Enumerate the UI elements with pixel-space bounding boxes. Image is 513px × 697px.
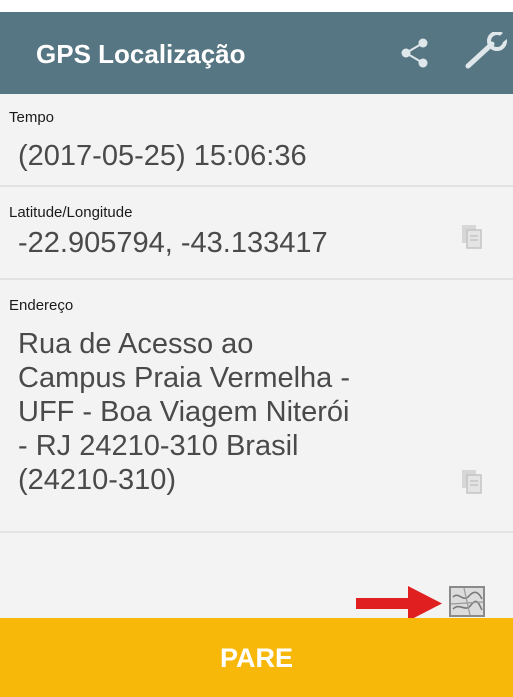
address-label: Endereço bbox=[9, 297, 74, 314]
address-line: UFF - Boa Viagem Niterói bbox=[18, 396, 350, 428]
stop-button[interactable]: PARE bbox=[0, 618, 513, 697]
map-icon bbox=[449, 586, 485, 617]
stop-button-label: PARE bbox=[219, 643, 293, 673]
time-label: Tempo bbox=[9, 109, 55, 126]
divider bbox=[0, 185, 513, 187]
share-button[interactable] bbox=[396, 32, 436, 72]
copy-icon bbox=[462, 225, 482, 249]
app-title: GPS Localização bbox=[36, 39, 246, 69]
wrench-icon bbox=[465, 32, 510, 69]
address-line: (24210-310) bbox=[18, 464, 176, 496]
address-line: - RJ 24210-310 Brasil bbox=[18, 430, 299, 462]
gps-screen: GPS Localização Tempo (2017-05-25) 15:06… bbox=[0, 0, 513, 697]
map-button[interactable] bbox=[448, 585, 486, 619]
address-value: Rua de Acesso ao Campus Praia Vermelha -… bbox=[18, 327, 350, 497]
copy-coordinates-button[interactable] bbox=[460, 224, 484, 250]
divider bbox=[0, 531, 513, 533]
divider bbox=[0, 278, 513, 280]
copy-icon bbox=[462, 470, 482, 494]
address-line: Rua de Acesso ao bbox=[18, 328, 254, 360]
coordinates-label: Latitude/Longitude bbox=[9, 204, 133, 221]
share-icon bbox=[401, 38, 428, 68]
top-strip bbox=[0, 0, 513, 12]
time-value: (2017-05-25) 15:06:36 bbox=[18, 140, 307, 172]
settings-button[interactable] bbox=[462, 32, 513, 72]
app-bar: GPS Localização bbox=[0, 12, 513, 94]
copy-address-button[interactable] bbox=[460, 469, 484, 495]
coordinates-value: -22.905794, -43.133417 bbox=[18, 227, 328, 259]
address-line: Campus Praia Vermelha - bbox=[18, 362, 351, 394]
annotation-arrow bbox=[354, 584, 444, 622]
arrow-right-icon bbox=[356, 586, 442, 621]
